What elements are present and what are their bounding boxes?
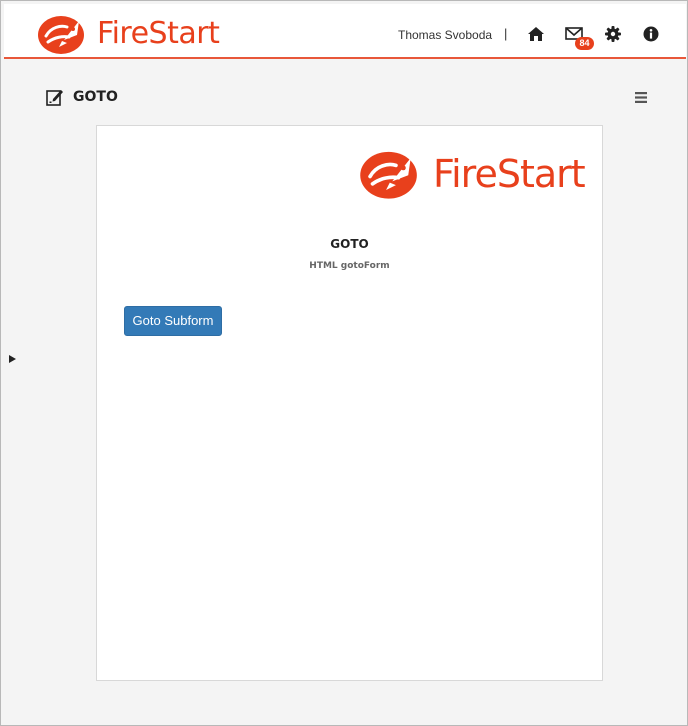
home-icon[interactable] bbox=[526, 24, 546, 44]
form-subtitle: HTML gotoForm bbox=[309, 261, 390, 271]
page-header: GOTO bbox=[45, 87, 118, 107]
user-name[interactable]: Thomas Svoboda bbox=[398, 28, 492, 42]
gear-icon[interactable] bbox=[603, 24, 623, 44]
edit-form-icon bbox=[46, 90, 63, 106]
top-navbar: FireStart Thomas Svoboda | 84 bbox=[4, 4, 686, 59]
logo-text: FireStart bbox=[97, 16, 220, 51]
form-firestart-logo: FireStart bbox=[359, 148, 586, 200]
sidebar-toggle-arrow[interactable] bbox=[9, 355, 16, 363]
form-title: GOTO bbox=[330, 237, 369, 251]
header-separator: | bbox=[504, 26, 508, 41]
app-window: FireStart Thomas Svoboda | 84 GOTO FireS… bbox=[0, 0, 688, 726]
hamburger-menu-icon[interactable] bbox=[634, 91, 648, 104]
info-icon[interactable] bbox=[641, 24, 661, 44]
rocket-logo-icon bbox=[38, 16, 84, 54]
form-panel: FireStart GOTO HTML gotoForm Goto Subfor… bbox=[96, 125, 603, 681]
goto-subform-button[interactable]: Goto Subform bbox=[124, 306, 222, 336]
page-title: GOTO bbox=[73, 89, 118, 105]
rocket-logo-icon bbox=[360, 151, 417, 199]
mail-count-badge[interactable]: 84 bbox=[575, 37, 594, 50]
form-logo-text: FireStart bbox=[433, 152, 586, 196]
firestart-logo[interactable]: FireStart bbox=[37, 13, 220, 55]
